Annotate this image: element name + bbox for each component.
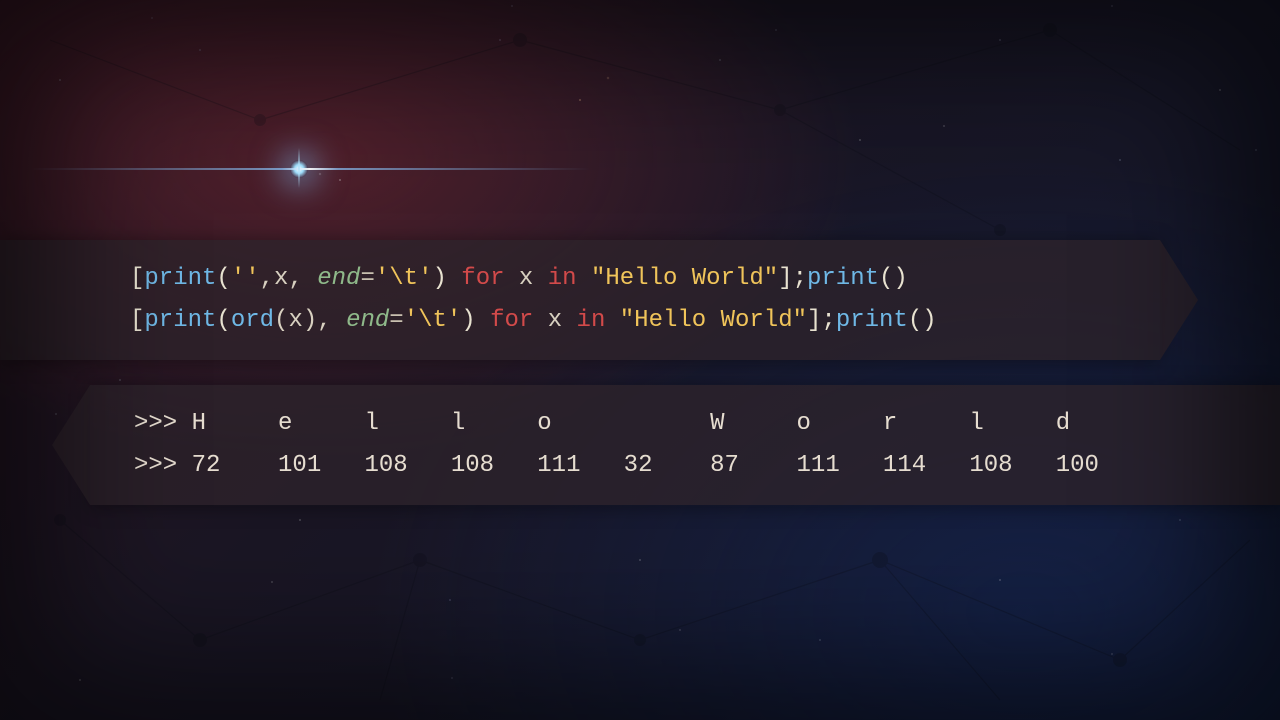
fn-print: print <box>836 307 908 334</box>
starfield-background <box>0 0 1280 720</box>
paren: () <box>879 265 908 292</box>
paren: ) <box>432 265 461 292</box>
output-line-codes: >>> 72 101 108 108 111 32 87 111 114 108… <box>134 445 1246 487</box>
vignette-overlay <box>0 0 1280 720</box>
kw-for: for <box>461 265 504 292</box>
code-line-1: [print('',x, end='\t') for x in "Hello W… <box>130 258 1126 300</box>
string-literal: "Hello World" <box>591 265 778 292</box>
kw-for: for <box>490 307 533 334</box>
paren: ( <box>216 265 230 292</box>
bracket-open: [ <box>130 307 144 334</box>
paren: ) <box>461 307 490 334</box>
var-x: x <box>505 265 548 292</box>
output-block: >>> H e l l o W o r l d >>> 72 101 108 1… <box>90 385 1280 505</box>
string-literal: '' <box>231 265 260 292</box>
space <box>577 265 591 292</box>
equals: = <box>360 265 374 292</box>
fn-print: print <box>144 265 216 292</box>
var-x: x <box>533 307 576 334</box>
fn-print: print <box>144 307 216 334</box>
network-graph-decoration <box>0 0 1280 720</box>
string-literal: '\t' <box>404 307 462 334</box>
fn-print: print <box>807 265 879 292</box>
string-literal: '\t' <box>375 265 433 292</box>
bracket-open: [ <box>130 265 144 292</box>
args: (x), <box>274 307 346 334</box>
paren: ( <box>216 307 230 334</box>
lens-flare-decoration <box>290 160 308 178</box>
fn-ord: ord <box>231 307 274 334</box>
kw-in: in <box>548 265 577 292</box>
bracket-close: ]; <box>778 265 807 292</box>
space <box>605 307 619 334</box>
code-block: [print('',x, end='\t') for x in "Hello W… <box>0 240 1160 360</box>
paren: () <box>908 307 937 334</box>
kwarg-end: end <box>346 307 389 334</box>
output-line-chars: >>> H e l l o W o r l d <box>134 403 1246 445</box>
code-line-2: [print(ord(x), end='\t') for x in "Hello… <box>130 300 1126 342</box>
args: ,x, <box>260 265 318 292</box>
kw-in: in <box>577 307 606 334</box>
equals: = <box>389 307 403 334</box>
bracket-close: ]; <box>807 307 836 334</box>
kwarg-end: end <box>317 265 360 292</box>
string-literal: "Hello World" <box>620 307 807 334</box>
